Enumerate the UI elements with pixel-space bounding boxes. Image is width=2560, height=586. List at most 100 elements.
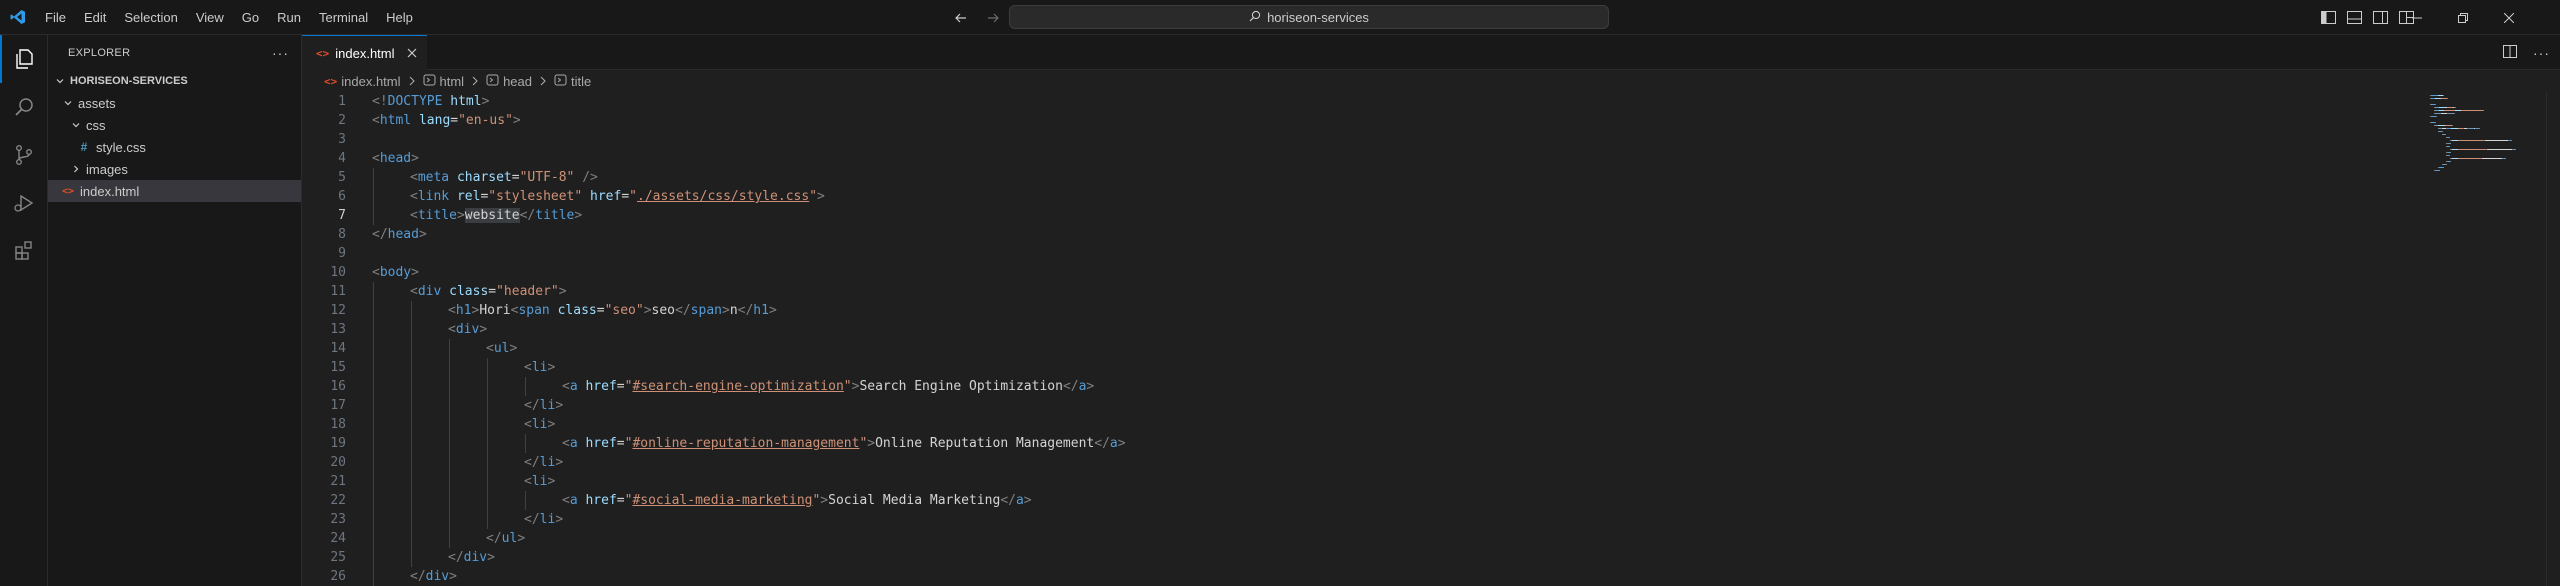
tree-item-assets[interactable]: assets <box>48 92 301 114</box>
code-token: </ <box>1000 493 1016 508</box>
code-token: </ <box>519 208 536 223</box>
search-text: horiseon-services <box>1267 9 1369 25</box>
code-token: " <box>809 189 818 204</box>
line-number: 16 <box>330 379 346 394</box>
tree-item-label: images <box>86 161 128 177</box>
code-token: > <box>411 151 419 166</box>
toggle-primary-sidebar-icon[interactable] <box>2320 10 2336 26</box>
line-number: 23 <box>330 512 346 527</box>
code-token: = <box>616 379 625 394</box>
toggle-secondary-sidebar-icon[interactable] <box>2372 10 2388 26</box>
menu-edit[interactable]: Edit <box>75 0 115 35</box>
tree-item-index-html[interactable]: <> index.html <box>48 180 301 202</box>
split-editor-icon[interactable] <box>2503 44 2517 61</box>
tab-index-html[interactable]: <> index.html <box>302 35 427 70</box>
indent-guide <box>373 339 374 358</box>
close-window-icon[interactable] <box>2486 0 2532 35</box>
more-actions-icon[interactable]: ··· <box>272 45 289 61</box>
code-token: " <box>843 379 852 394</box>
back-arrow-icon[interactable] <box>952 9 970 27</box>
indent-guide <box>525 377 526 396</box>
code-token: < <box>562 379 570 394</box>
element-icon <box>486 74 499 89</box>
code-line: 10 <body> <box>302 263 2422 282</box>
tree-item-images[interactable]: images <box>48 158 301 180</box>
menu-terminal[interactable]: Terminal <box>310 0 377 35</box>
code-content: </li> <box>524 510 563 529</box>
code-token: > <box>1117 436 1126 451</box>
code-token: < <box>410 189 418 204</box>
code-token: Search Engine Optimization <box>859 379 1063 394</box>
breadcrumb-head[interactable]: head <box>486 74 532 89</box>
code-token: </ <box>524 512 540 527</box>
close-tab-icon[interactable] <box>407 48 417 58</box>
line-number: 15 <box>330 360 346 375</box>
menu-go[interactable]: Go <box>233 0 268 35</box>
code-token: div <box>455 322 480 337</box>
minimap-mark <box>2444 110 2455 111</box>
indent-guide <box>525 491 526 510</box>
tree-item-css[interactable]: css <box>48 114 301 136</box>
indent-guide <box>411 301 412 320</box>
menu-run[interactable]: Run <box>268 0 310 35</box>
code-token: > <box>867 436 876 451</box>
code-token: > <box>479 322 488 337</box>
breadcrumb-head-label: head <box>503 73 532 89</box>
code-line: 17 </li> <box>302 396 2422 415</box>
code-content: </ul> <box>486 529 525 548</box>
menu-file[interactable]: File <box>36 0 75 35</box>
code-token: title <box>417 208 457 223</box>
minimap-mark <box>2487 149 2512 150</box>
line-number: 4 <box>338 151 346 166</box>
menu-help[interactable]: Help <box>377 0 422 35</box>
indent-guide <box>373 510 374 529</box>
code-content: <div class="header"> <box>410 282 567 301</box>
code-token: < <box>562 493 570 508</box>
tree-item-label: assets <box>78 95 116 111</box>
forward-arrow-icon[interactable] <box>984 9 1002 27</box>
code-token: > <box>820 493 829 508</box>
code-token: Online Reputation Management <box>875 436 1095 451</box>
tree-root-folder[interactable]: HORISEON-SERVICES <box>48 70 301 92</box>
restore-icon[interactable] <box>2440 0 2486 35</box>
code-token: > <box>558 284 567 299</box>
toggle-panel-icon[interactable] <box>2346 10 2362 26</box>
code-token: "seo" <box>604 303 644 318</box>
minimap[interactable] <box>2422 92 2560 586</box>
line-number: 1 <box>338 94 346 109</box>
indent-guide <box>449 491 450 510</box>
code-token: span <box>690 303 722 318</box>
command-center-search[interactable]: horiseon-services <box>1009 5 1609 29</box>
window-controls <box>2394 0 2532 35</box>
breadcrumb-file[interactable]: <> index.html <box>324 74 401 89</box>
breadcrumb-html[interactable]: html <box>423 74 464 89</box>
run-debug-icon[interactable] <box>0 179 48 227</box>
indent-guide <box>411 472 412 491</box>
explorer-icon[interactable] <box>0 35 48 83</box>
code-token: < <box>524 417 532 432</box>
code-line: 8 </head> <box>302 225 2422 244</box>
source-control-icon[interactable] <box>0 131 48 179</box>
extensions-icon[interactable] <box>0 227 48 275</box>
menu-selection[interactable]: Selection <box>115 0 186 35</box>
code-token: </ <box>675 303 691 318</box>
chevron-right-icon <box>68 161 84 177</box>
code-token: > <box>547 474 556 489</box>
tree-item-style-css[interactable]: # style.css <box>48 136 301 158</box>
menu-view[interactable]: View <box>187 0 233 35</box>
more-actions-icon[interactable]: ··· <box>2533 45 2550 61</box>
code-token: a <box>1109 436 1118 451</box>
tree-item-label: index.html <box>80 183 140 199</box>
minimize-icon[interactable] <box>2394 0 2440 35</box>
search-activity-icon[interactable] <box>0 83 48 131</box>
code-editor[interactable]: 1 <!DOCTYPE html> 2 <html lang="en-us"> 3 4 <h… <box>302 92 2422 586</box>
code-token: charset <box>456 170 512 185</box>
code-token: "en-us" <box>458 113 513 128</box>
breadcrumb-title[interactable]: title <box>554 74 591 89</box>
editor-scrollbar[interactable] <box>2546 92 2560 586</box>
code-token: < <box>524 360 532 375</box>
code-line: 20 </li> <box>302 453 2422 472</box>
code-token: < <box>410 208 418 223</box>
